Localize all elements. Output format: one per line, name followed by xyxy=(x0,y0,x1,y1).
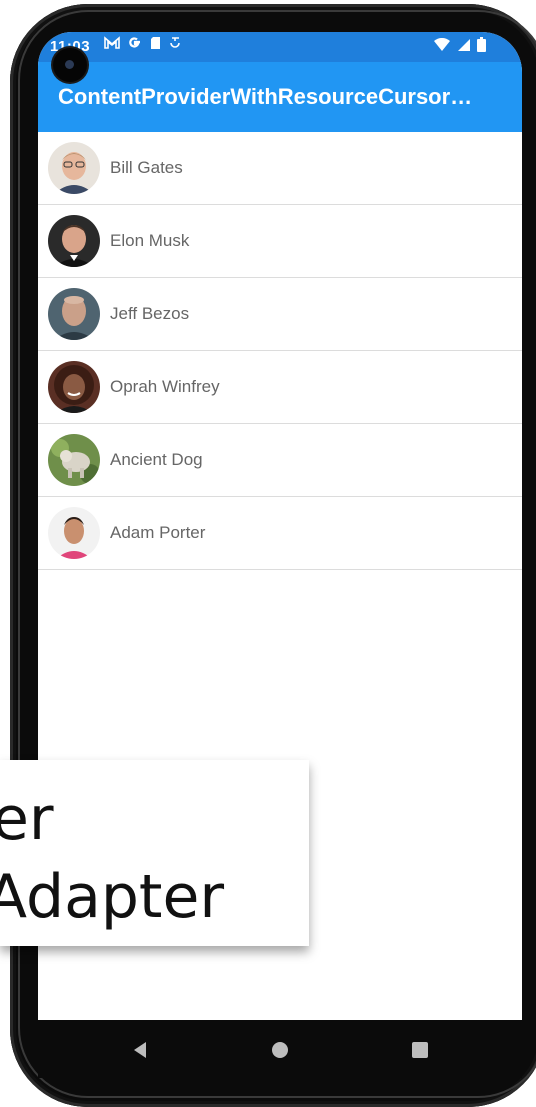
contact-list[interactable]: Bill Gates Elon Musk Jeff Bezos Oprah Wi… xyxy=(38,132,522,570)
avatar xyxy=(48,361,100,413)
status-icons-right xyxy=(433,37,486,57)
contact-name: Elon Musk xyxy=(110,231,190,250)
avatar xyxy=(48,215,100,267)
list-item[interactable]: Jeff Bezos xyxy=(38,278,522,351)
google-icon xyxy=(128,36,142,54)
signal-icon xyxy=(457,38,471,57)
status-bar: 11:03 xyxy=(38,32,522,62)
overlay-line-1: er xyxy=(0,784,54,854)
data-saver-icon xyxy=(169,36,181,54)
front-camera xyxy=(53,48,87,82)
list-item[interactable]: Elon Musk xyxy=(38,205,522,278)
list-item[interactable]: Bill Gates xyxy=(38,132,522,205)
home-icon[interactable] xyxy=(270,1040,290,1065)
overlay-caption-card: er Adapter xyxy=(0,760,309,946)
contact-name: Oprah Winfrey xyxy=(110,377,220,396)
battery-icon xyxy=(477,37,486,57)
back-icon[interactable] xyxy=(130,1040,150,1065)
gmail-icon xyxy=(104,36,120,54)
avatar xyxy=(48,142,100,194)
avatar xyxy=(48,434,100,486)
list-item[interactable]: Oprah Winfrey xyxy=(38,351,522,424)
list-item[interactable]: Adam Porter xyxy=(38,497,522,570)
wifi-icon xyxy=(433,37,451,57)
contact-name: Adam Porter xyxy=(110,523,206,542)
contact-name: Jeff Bezos xyxy=(110,304,190,323)
avatar xyxy=(48,288,100,340)
list-item[interactable]: Ancient Dog xyxy=(38,424,522,497)
app-title: ContentProviderWithResourceCursor… xyxy=(58,84,473,109)
recents-icon[interactable] xyxy=(410,1040,430,1065)
navigation-bar xyxy=(38,1020,522,1078)
status-icons-left xyxy=(104,36,181,54)
contact-name: Bill Gates xyxy=(110,158,183,177)
avatar xyxy=(48,507,100,559)
overlay-line-2: Adapter xyxy=(0,862,225,932)
contact-name: Ancient Dog xyxy=(110,450,203,469)
app-bar: ContentProviderWithResourceCursor… xyxy=(38,62,522,132)
sim-icon xyxy=(150,36,161,54)
